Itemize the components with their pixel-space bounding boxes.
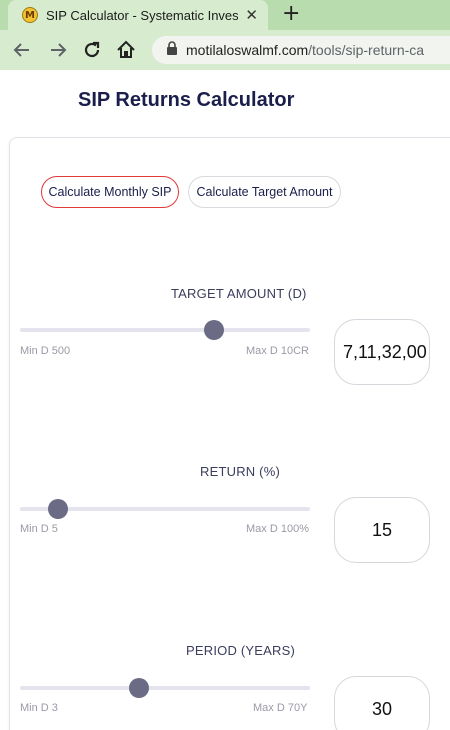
browser-tab[interactable]: M SIP Calculator - Systematic Invest ✕ — [8, 0, 268, 30]
target-amount-input[interactable]: 7,11,32,00 — [334, 319, 430, 385]
tab-close-icon[interactable]: ✕ — [245, 6, 258, 24]
period-slider-thumb[interactable] — [128, 678, 149, 698]
target-amount-min-label: Min D 500 — [20, 345, 71, 357]
url-text: motilaloswalmf.com/tools/sip-return-ca — [186, 42, 424, 58]
browser-toolbar: motilaloswalmf.com/tools/sip-return-ca — [0, 30, 450, 70]
target-amount-label: TARGET AMOUNT (D) — [171, 286, 307, 301]
back-arrow-icon[interactable] — [10, 38, 34, 62]
site-favicon-icon: M — [22, 7, 38, 23]
lock-icon — [166, 40, 178, 60]
tab-calculate-monthly-sip[interactable]: Calculate Monthly SIP — [41, 176, 179, 208]
forward-arrow-icon[interactable] — [46, 38, 70, 62]
url-path: /tools/sip-return-ca — [308, 42, 425, 58]
url-host: motilaloswalmf.com — [186, 42, 309, 58]
return-slider-thumb[interactable] — [47, 499, 68, 519]
return-label: RETURN (%) — [200, 464, 280, 479]
calculator-card — [9, 137, 450, 730]
return-input[interactable]: 15 — [334, 497, 430, 563]
return-min-label: Min D 5 — [20, 523, 58, 535]
period-label: PERIOD (YEARS) — [186, 643, 295, 658]
tab-title: SIP Calculator - Systematic Invest — [46, 7, 238, 23]
target-amount-slider-track[interactable] — [20, 328, 310, 332]
period-slider-track[interactable] — [20, 686, 310, 690]
return-max-label: Max D 100% — [246, 523, 309, 535]
reload-icon[interactable] — [80, 38, 104, 62]
address-bar[interactable]: motilaloswalmf.com/tools/sip-return-ca — [152, 36, 450, 64]
new-tab-icon[interactable]: + — [282, 1, 300, 26]
tab-calculate-target-amount[interactable]: Calculate Target Amount — [188, 176, 341, 208]
home-icon[interactable] — [114, 38, 138, 62]
period-min-label: Min D 3 — [20, 702, 58, 714]
period-input[interactable]: 30 — [334, 676, 430, 730]
browser-tab-strip: M SIP Calculator - Systematic Invest ✕ + — [0, 0, 450, 30]
target-amount-max-label: Max D 10CR — [246, 345, 309, 357]
page-title: SIP Returns Calculator — [78, 89, 295, 111]
period-max-label: Max D 70Y — [253, 702, 308, 714]
